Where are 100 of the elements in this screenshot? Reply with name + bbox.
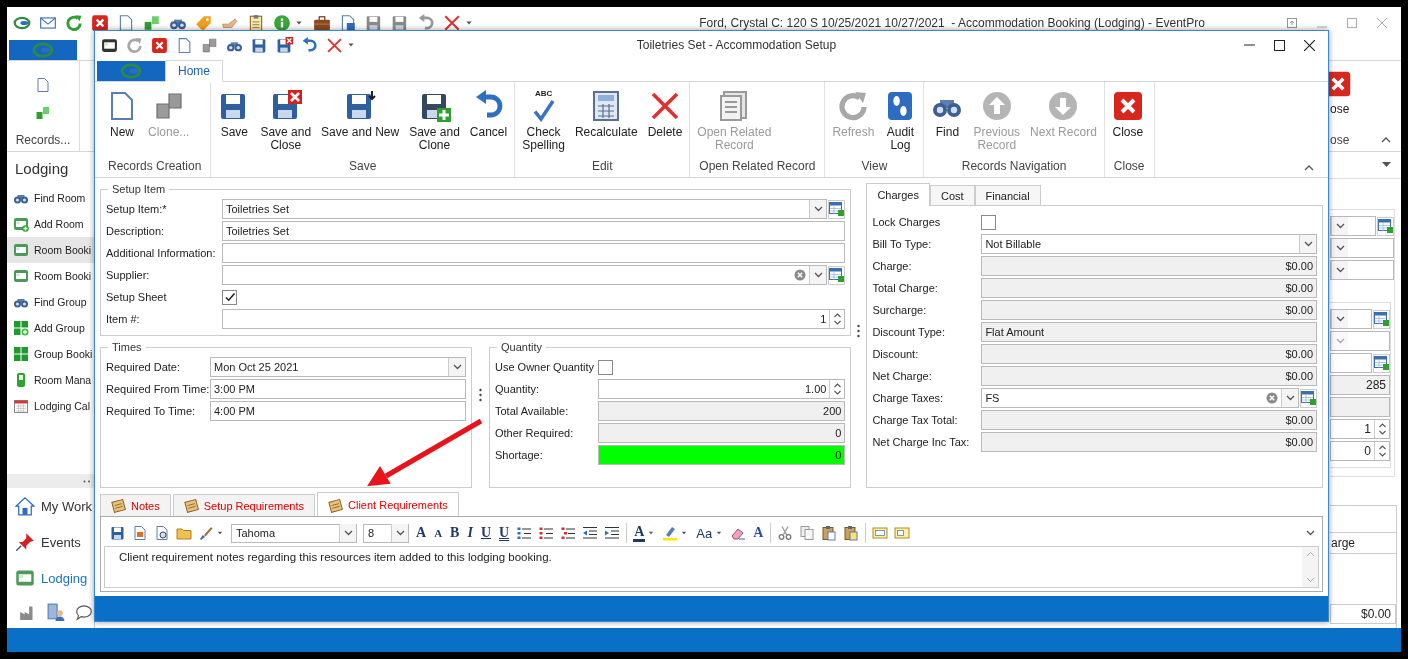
dropdown-button[interactable] xyxy=(1331,310,1348,328)
checkbox[interactable] xyxy=(981,214,997,230)
dropdown-button[interactable] xyxy=(809,200,827,218)
splitter-handle[interactable] xyxy=(479,387,482,402)
dropdown-button[interactable] xyxy=(339,524,356,542)
font-name-field[interactable]: Tahoma xyxy=(231,523,357,543)
format-button[interactable]: U xyxy=(479,525,492,541)
bullet-list-icon[interactable] xyxy=(516,525,533,541)
ribbon-tab[interactable]: Home xyxy=(165,60,223,82)
cubes-icon[interactable] xyxy=(201,36,218,54)
text-field[interactable]: 4:00 PM xyxy=(210,401,466,421)
sidebar-item[interactable]: Room Mana xyxy=(7,367,94,393)
document-icon[interactable] xyxy=(35,77,51,93)
sidebar-item[interactable]: Group Booki xyxy=(7,341,94,367)
status-field[interactable]: 0 xyxy=(598,445,846,465)
table-button[interactable] xyxy=(1300,388,1317,408)
dropdown-button[interactable] xyxy=(1331,261,1348,279)
paste-icon[interactable] xyxy=(843,525,860,541)
table-button[interactable] xyxy=(1377,216,1394,236)
dropdown-field[interactable] xyxy=(1330,216,1376,236)
contact-icon[interactable] xyxy=(47,603,65,621)
ribbon-button[interactable]: Cancel xyxy=(465,82,512,159)
ribbon-button[interactable]: Save and Close xyxy=(256,82,316,159)
numbered-list-icon[interactable] xyxy=(538,525,555,541)
brush-icon[interactable] xyxy=(198,525,214,541)
cubes-icon[interactable] xyxy=(143,13,161,32)
collapse-icon[interactable] xyxy=(1381,136,1391,143)
cubes-icon[interactable] xyxy=(35,105,51,121)
cut-icon[interactable] xyxy=(777,525,794,541)
highlight-icon[interactable] xyxy=(662,525,679,541)
document-icon[interactable] xyxy=(339,13,357,32)
dropdown-button[interactable] xyxy=(809,266,827,284)
sidebar-item[interactable]: Lodging Cal xyxy=(7,393,94,419)
paste-icon[interactable] xyxy=(821,525,838,541)
ribbon-button[interactable]: ABC Check Spelling xyxy=(518,82,569,159)
refresh-icon[interactable] xyxy=(65,13,83,32)
sidebar-item[interactable]: Find Group xyxy=(7,289,94,315)
spin-field[interactable]: 1.00 xyxy=(598,379,846,399)
indent-icon[interactable] xyxy=(604,525,621,541)
ribbon-button[interactable]: Save xyxy=(214,82,255,159)
text-field[interactable]: 3:00 PM xyxy=(210,379,466,399)
ribbon-button[interactable]: Save and Clone xyxy=(405,82,464,159)
undo-icon[interactable] xyxy=(301,36,318,54)
dropdown-field[interactable] xyxy=(1330,238,1394,258)
sidebar-item[interactable]: Find Room xyxy=(7,185,94,211)
tab[interactable]: Client Requirements xyxy=(317,492,459,517)
tab[interactable]: Setup Requirements xyxy=(172,494,316,516)
close-icon[interactable] xyxy=(151,36,168,54)
preview-icon[interactable] xyxy=(154,525,170,541)
dropdown-button[interactable] xyxy=(1281,389,1298,407)
table-button[interactable] xyxy=(1373,309,1390,329)
format-button[interactable]: A xyxy=(415,525,428,541)
folder-icon[interactable] xyxy=(176,525,192,541)
tab[interactable]: Charges xyxy=(866,183,930,206)
tag-icon[interactable] xyxy=(195,13,213,32)
column-header[interactable]: arge xyxy=(1330,532,1396,554)
splitter-handle[interactable] xyxy=(857,323,861,338)
spin-field[interactable]: 0 xyxy=(1330,441,1390,461)
table-button[interactable] xyxy=(1373,353,1390,373)
collapse-icon[interactable] xyxy=(1304,164,1314,171)
lookup-field[interactable]: FS xyxy=(981,388,1299,408)
font-size-field[interactable]: 8 xyxy=(363,523,409,543)
format-button[interactable]: Aa xyxy=(695,525,714,541)
undo-icon[interactable] xyxy=(417,13,435,32)
lookup-field[interactable]: Toiletries Set xyxy=(222,199,828,219)
dropdown-button[interactable] xyxy=(1331,217,1348,235)
navigation-item[interactable]: Lodging xyxy=(7,560,94,596)
ribbon-button[interactable]: Find xyxy=(927,82,968,159)
dropdown-field[interactable]: Mon Oct 25 2021 xyxy=(210,357,466,377)
checkbox[interactable] xyxy=(598,359,613,375)
table-button[interactable] xyxy=(828,265,846,285)
checkbox[interactable] xyxy=(222,289,237,305)
close-icon[interactable] xyxy=(91,13,109,32)
sidebar-item[interactable]: Room Booki xyxy=(7,263,94,289)
briefcase-icon[interactable] xyxy=(313,13,331,32)
ribbon-button[interactable]: Close xyxy=(1107,82,1148,159)
document-icon[interactable] xyxy=(117,13,135,32)
lookup-field[interactable] xyxy=(222,265,828,285)
delete-icon[interactable] xyxy=(443,13,461,32)
lookup-field[interactable] xyxy=(1330,353,1372,373)
format-button[interactable]: A xyxy=(433,527,444,539)
sidebar-item[interactable]: Add Group xyxy=(7,315,94,341)
format-button[interactable]: A xyxy=(752,525,765,541)
spin-field[interactable]: 1 xyxy=(1330,419,1390,439)
document-icon[interactable] xyxy=(132,525,148,541)
dropdown-button[interactable] xyxy=(1299,235,1316,253)
spin-button[interactable] xyxy=(1374,442,1389,460)
field-icon[interactable] xyxy=(894,525,911,541)
format-button[interactable]: A xyxy=(633,524,646,542)
tab[interactable]: Notes xyxy=(100,494,171,516)
dropdown-field[interactable] xyxy=(1330,331,1390,351)
clipboard-icon[interactable] xyxy=(247,13,265,32)
ribbon-button[interactable]: Recalculate xyxy=(570,82,642,159)
text-field[interactable] xyxy=(222,243,846,263)
table-button[interactable] xyxy=(828,199,846,219)
spin-button[interactable] xyxy=(1374,420,1389,438)
dropdown-button[interactable] xyxy=(391,524,408,542)
field-icon[interactable] xyxy=(872,525,889,541)
sidebar-item[interactable]: Add Room xyxy=(7,211,94,237)
navigation-item[interactable]: My Work xyxy=(7,488,94,524)
